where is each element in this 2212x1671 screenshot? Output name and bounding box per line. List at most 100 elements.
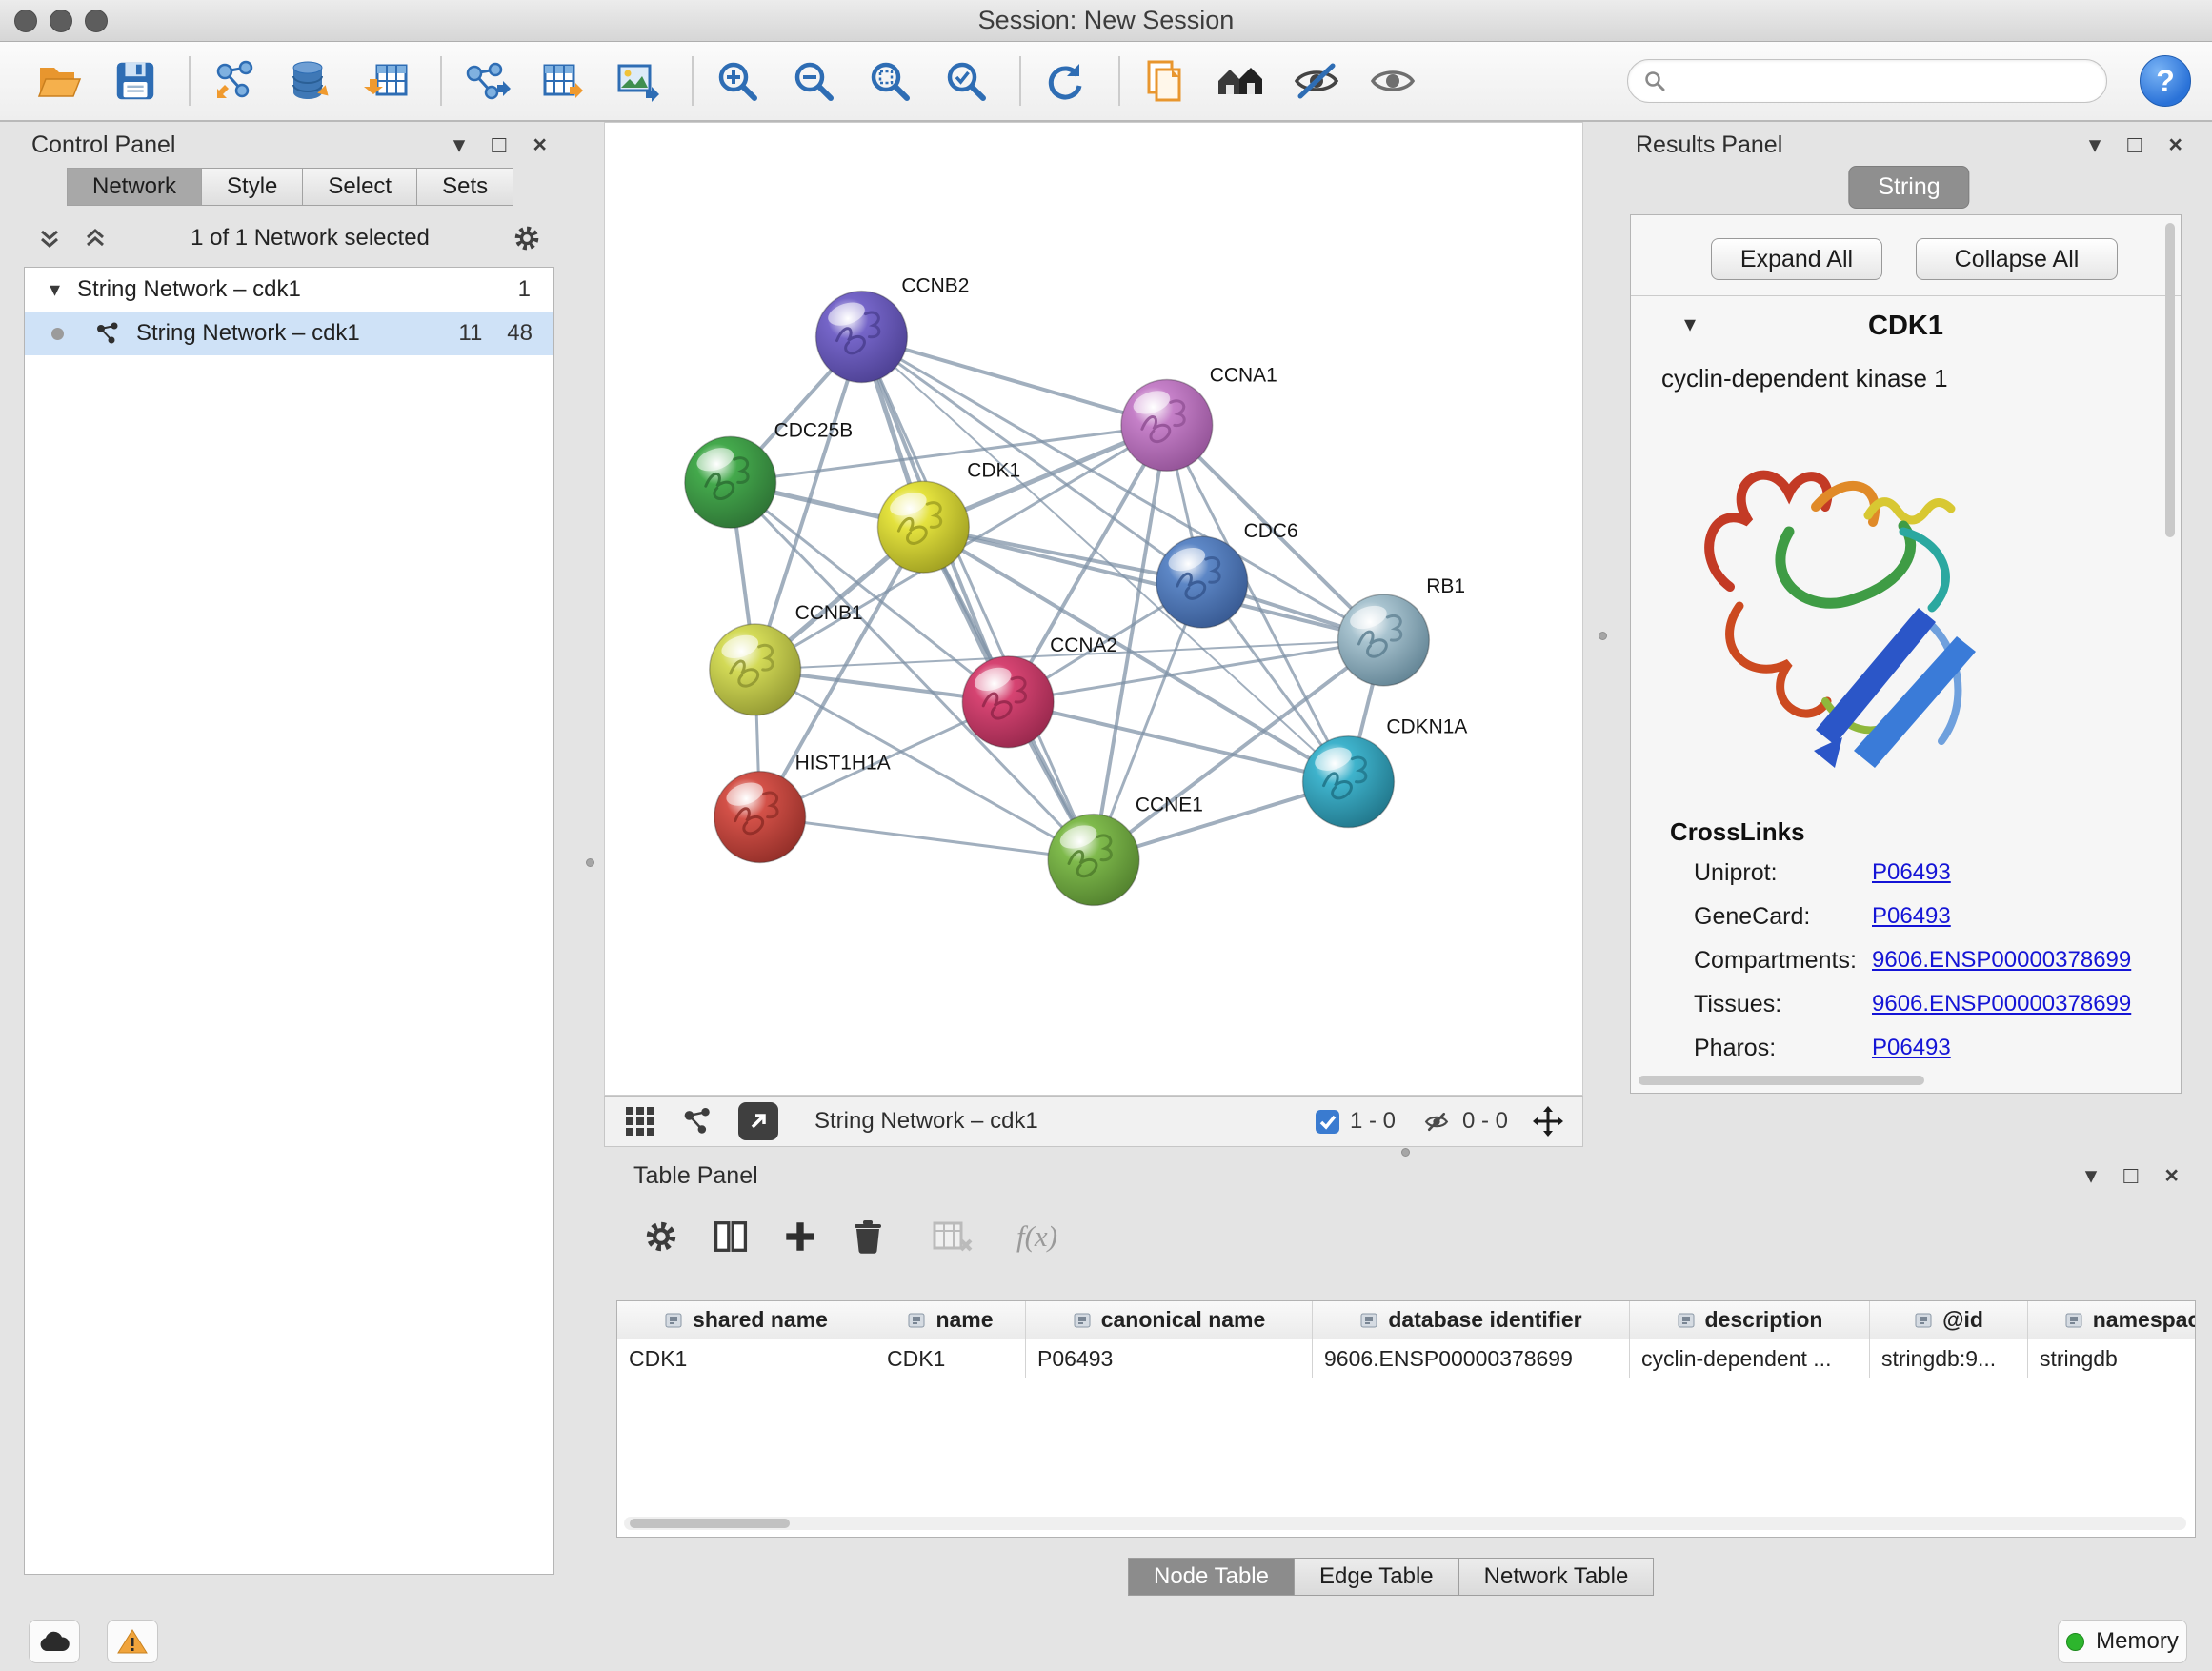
cloud-status-button[interactable] — [29, 1620, 80, 1663]
network-edge-CCNB2-CCNA1[interactable] — [861, 337, 1166, 426]
memory-status-button[interactable]: Memory — [2058, 1620, 2187, 1663]
import-table-button[interactable] — [360, 53, 413, 109]
column-header-canonical-name[interactable]: canonical name — [1026, 1301, 1313, 1339]
birds-eye-view-button[interactable] — [624, 1105, 656, 1137]
import-network-database-button[interactable] — [284, 53, 337, 109]
vertical-scrollbar-thumb[interactable] — [2165, 223, 2175, 537]
export-network-button[interactable] — [459, 53, 513, 109]
network-edge-CCNB2-CCNE1[interactable] — [861, 337, 1094, 860]
network-edge-CDK1-RB1[interactable] — [923, 527, 1383, 640]
cell-id[interactable]: stringdb:9... — [1870, 1339, 2028, 1378]
network-node-CDC6[interactable] — [1156, 536, 1248, 628]
hidden-count-eye-slash-icon[interactable] — [1420, 1109, 1453, 1135]
network-row-selected[interactable]: String Network – cdk1 11 48 — [25, 312, 553, 355]
collapse-all-button[interactable]: Collapse All — [1916, 238, 2118, 280]
network-node-CCNB1[interactable] — [710, 624, 801, 715]
scrollbar-thumb[interactable] — [630, 1519, 790, 1528]
tab-node-table[interactable]: Node Table — [1128, 1558, 1295, 1596]
panel-menu-caret-icon[interactable]: ▾ — [453, 131, 466, 159]
pan-crosshair-icon[interactable] — [1533, 1106, 1563, 1137]
crosslink-tissues-link[interactable]: 9606.ENSP00000378699 — [1872, 991, 2131, 1025]
zoom-fit-button[interactable] — [863, 53, 916, 109]
network-collection-row[interactable]: ▾ String Network – cdk1 1 — [25, 268, 553, 312]
export-view-button[interactable] — [738, 1102, 778, 1140]
panel-close-icon[interactable]: × — [2168, 131, 2182, 159]
network-node-CDC25B[interactable] — [685, 436, 776, 528]
create-column-button[interactable] — [780, 1217, 820, 1257]
search-input[interactable] — [1676, 68, 2091, 94]
help-button[interactable]: ? — [2140, 55, 2191, 107]
tab-network[interactable]: Network — [67, 168, 202, 206]
zoom-window-button[interactable] — [85, 10, 108, 32]
cell-shared-name[interactable]: CDK1 — [617, 1339, 875, 1378]
import-network-file-button[interactable] — [208, 53, 261, 109]
close-window-button[interactable] — [14, 10, 37, 32]
panel-float-icon[interactable]: □ — [2127, 131, 2142, 159]
expand-all-button[interactable]: Expand All — [1711, 238, 1882, 280]
tab-network-table[interactable]: Network Table — [1458, 1558, 1655, 1596]
table-horizontal-scrollbar[interactable] — [624, 1517, 2186, 1530]
tab-style[interactable]: Style — [201, 168, 303, 206]
export-image-button[interactable] — [612, 53, 665, 109]
column-header-database-identifier[interactable]: database identifier — [1313, 1301, 1630, 1339]
hide-graphics-details-button[interactable] — [1290, 53, 1343, 109]
horizontal-scrollbar-thumb[interactable] — [1639, 1076, 1924, 1085]
cell-name[interactable]: CDK1 — [875, 1339, 1026, 1378]
table-row[interactable]: CDK1 CDK1 P06493 9606.ENSP00000378699 cy… — [617, 1339, 2196, 1378]
tab-select[interactable]: Select — [302, 168, 417, 206]
show-columns-button[interactable] — [710, 1216, 752, 1258]
column-header-name[interactable]: name — [875, 1301, 1026, 1339]
cell-namespace[interactable]: stringdb — [2028, 1339, 2196, 1378]
show-hide-panels-button[interactable] — [1214, 53, 1267, 109]
apply-layout-button[interactable] — [1038, 53, 1092, 109]
network-edge-HIST1H1A-CCNE1[interactable] — [760, 817, 1094, 860]
show-graphics-details-button[interactable] — [1366, 53, 1419, 109]
table-options-button[interactable] — [641, 1217, 681, 1257]
network-node-CCNA2[interactable] — [962, 656, 1054, 748]
cell-canonical-name[interactable]: P06493 — [1026, 1339, 1313, 1378]
panel-menu-caret-icon[interactable]: ▾ — [2089, 131, 2101, 159]
splitter-handle[interactable] — [1401, 1148, 1410, 1157]
column-header-shared-name[interactable]: shared name — [617, 1301, 875, 1339]
splitter-handle[interactable] — [1599, 632, 1607, 640]
network-canvas[interactable]: CCNB2CCNA1CDC25BCDK1CDC6RB1CCNB1CCNA2CDK… — [604, 122, 1583, 1096]
network-node-CDKN1A[interactable] — [1303, 736, 1395, 828]
column-header-id[interactable]: @id — [1870, 1301, 2028, 1339]
panel-float-icon[interactable]: □ — [2123, 1162, 2138, 1190]
crosslink-pharos-link[interactable]: P06493 — [1872, 1035, 1951, 1069]
cell-description[interactable]: cyclin-dependent ... — [1630, 1339, 1870, 1378]
panel-menu-caret-icon[interactable]: ▾ — [2085, 1161, 2098, 1190]
network-options-gear-icon[interactable] — [511, 222, 543, 254]
clone-network-button[interactable] — [1137, 53, 1191, 109]
network-node-CCNE1[interactable] — [1048, 815, 1139, 906]
function-builder-button[interactable]: f(x) — [1016, 1219, 1057, 1254]
network-node-CCNA1[interactable] — [1121, 379, 1213, 471]
tab-edge-table[interactable]: Edge Table — [1294, 1558, 1459, 1596]
crosslink-uniprot-link[interactable]: P06493 — [1872, 859, 1951, 894]
selected-count-checkbox-icon[interactable] — [1315, 1109, 1340, 1135]
network-node-CCNB2[interactable] — [816, 292, 908, 383]
panel-close-icon[interactable]: × — [2164, 1162, 2179, 1190]
column-header-description[interactable]: description — [1630, 1301, 1870, 1339]
zoom-out-button[interactable] — [787, 53, 840, 109]
network-node-CDK1[interactable] — [877, 481, 969, 573]
results-tab-string[interactable]: String — [1848, 166, 1969, 209]
splitter-handle[interactable] — [586, 858, 594, 867]
minimize-window-button[interactable] — [50, 10, 72, 32]
network-overview-button[interactable] — [681, 1105, 714, 1137]
network-node-RB1[interactable] — [1337, 594, 1429, 686]
open-session-button[interactable] — [32, 53, 86, 109]
crosslink-compartments-link[interactable]: 9606.ENSP00000378699 — [1872, 947, 2131, 981]
warnings-status-button[interactable] — [107, 1620, 158, 1663]
cell-database-identifier[interactable]: 9606.ENSP00000378699 — [1313, 1339, 1630, 1378]
save-session-button[interactable] — [109, 53, 162, 109]
expand-all-icon[interactable] — [81, 224, 110, 252]
network-node-HIST1H1A[interactable] — [714, 772, 806, 863]
panel-close-icon[interactable]: × — [533, 131, 547, 159]
column-header-namespace[interactable]: namespac — [2028, 1301, 2196, 1339]
zoom-selected-button[interactable] — [939, 53, 993, 109]
collection-caret-icon[interactable]: ▾ — [50, 277, 60, 302]
collapse-all-icon[interactable] — [35, 224, 64, 252]
delete-column-button[interactable] — [849, 1217, 887, 1257]
crosslink-genecard-link[interactable]: P06493 — [1872, 903, 1951, 937]
